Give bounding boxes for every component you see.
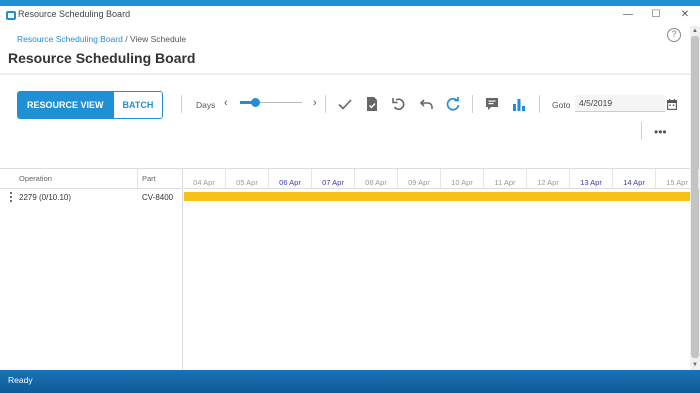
timeline-date-label: 11 Apr [484,169,527,189]
checkmark-icon[interactable] [337,96,353,112]
view-toggle: RESOURCE VIEW BATCH [17,91,164,119]
timeline-date-label: 12 Apr [527,169,570,189]
timeline-date-header: 04 Apr 05 Apr 06 Apr 07 Apr 08 Apr 09 Apr 10 A… [183,169,699,189]
toolbar-divider [539,95,540,113]
gantt-bar[interactable] [184,192,690,201]
row-part: CV-8400 [142,193,174,202]
toolbar-divider [472,95,473,113]
document-check-icon[interactable] [364,96,380,112]
breadcrumb-separator: / [125,34,128,44]
resource-view-button[interactable]: RESOURCE VIEW [18,92,113,118]
header-divider [0,73,690,76]
zoom-label: Days [196,100,216,110]
table-row[interactable]: 2279 (0/10.10) CV-8400 [0,189,183,205]
timeline-date-label: 08 Apr [355,169,398,189]
goto-label: Goto [552,100,571,110]
undo-icon[interactable] [391,96,407,112]
breadcrumb: Resource Scheduling Board / View Schedul… [17,34,186,44]
timeline-date-label: 15 Apr [656,169,699,189]
close-button[interactable]: ✕ [677,8,693,22]
drag-handle-icon[interactable] [10,192,12,202]
goto-date-input[interactable] [575,95,665,112]
status-bar: Ready [0,370,700,393]
zoom-slider-handle[interactable] [251,98,260,107]
status-text: Ready [8,375,33,385]
undo-all-icon[interactable] [418,96,434,112]
vertical-scrollbar[interactable]: ▲ ▼ [690,26,700,370]
breadcrumb-current: View Schedule [129,34,187,44]
operations-grid: Operation Part 2279 (0/10.10) CV-8400 [0,169,183,370]
schedule-timeline: 04 Apr 05 Apr 06 Apr 07 Apr 08 Apr 09 Apr 10 A… [183,169,699,370]
timeline-date-label: 07 Apr [312,169,355,189]
calendar-icon[interactable] [667,99,677,110]
timeline-date-label: 09 Apr [398,169,441,189]
timeline-date-label: 06 Apr [269,169,312,189]
scroll-down-arrow-icon[interactable]: ▼ [690,361,700,369]
column-header-part[interactable]: Part [142,174,156,183]
timeline-date-label: 13 Apr [570,169,613,189]
zoom-prev-chevron-icon[interactable]: ‹ [224,97,228,109]
comment-icon[interactable] [484,96,500,112]
title-bar: Resource Scheduling Board — ☐ ✕ [0,6,700,26]
batch-button[interactable]: BATCH [112,92,163,118]
zoom-slider[interactable] [240,98,302,107]
app-icon [6,11,16,20]
page-title: Resource Scheduling Board [8,50,196,66]
toolbar-divider [181,95,182,113]
toolbar-divider [325,95,326,113]
timeline-date-label: 10 Apr [441,169,484,189]
window-title: Resource Scheduling Board [18,9,131,19]
column-separator[interactable] [137,169,138,189]
scrollbar-thumb[interactable] [691,36,699,358]
more-options-button[interactable]: ••• [654,125,667,139]
minimize-button[interactable]: — [620,8,636,22]
scroll-up-arrow-icon[interactable]: ▲ [690,27,700,35]
breadcrumb-link[interactable]: Resource Scheduling Board [17,34,123,44]
timeline-date-label: 14 Apr [613,169,656,189]
maximize-button[interactable]: ☐ [648,8,664,22]
row-operation: 2279 (0/10.10) [19,193,72,202]
refresh-icon[interactable] [445,96,461,112]
column-header-operation[interactable]: Operation [19,174,52,183]
timeline-date-label: 04 Apr [183,169,226,189]
zoom-slider-track [256,102,302,103]
toolbar-divider [641,122,642,140]
bar-chart-icon[interactable] [511,96,527,112]
zoom-next-chevron-icon[interactable]: › [313,97,317,109]
help-icon[interactable]: ? [667,28,681,42]
timeline-date-label: 05 Apr [226,169,269,189]
